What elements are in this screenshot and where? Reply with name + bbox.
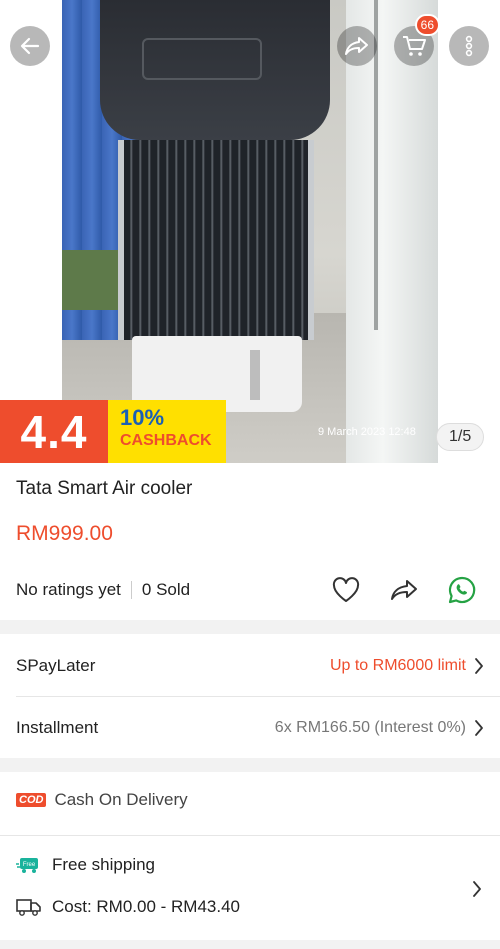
- chevron-right-icon: [474, 718, 486, 738]
- section-separator: [0, 620, 500, 634]
- product-title: Tata Smart Air cooler: [16, 478, 193, 499]
- spaylater-label: SPayLater: [16, 656, 96, 675]
- free-shipping-icon: Free: [16, 858, 38, 873]
- rating-text: No ratings yet: [16, 580, 121, 599]
- row-divider: [0, 835, 500, 836]
- installment-label: Installment: [16, 718, 99, 737]
- promo-banner: 4.4 10% CASHBACK: [0, 400, 226, 463]
- cooler-control-panel: [142, 38, 262, 80]
- more-options-button[interactable]: [449, 26, 489, 66]
- product-image-carousel[interactable]: 66 4.4 10% CASHBACK 9 March 2023 12:48 1…: [0, 0, 500, 463]
- cashback-label: CASHBACK: [120, 432, 212, 449]
- share-button[interactable]: [337, 26, 377, 66]
- promo-44-label: 4.4: [0, 400, 108, 463]
- cart-icon: [403, 36, 426, 56]
- divider: [130, 581, 132, 599]
- share-outline-icon: [391, 580, 417, 600]
- spaylater-row[interactable]: SPayLater Up to RM6000 limit: [16, 636, 486, 696]
- section-separator: [0, 758, 500, 772]
- whatsapp-share-button[interactable]: [446, 574, 478, 606]
- free-shipping-label: Free shipping: [52, 855, 156, 874]
- section-separator: [0, 940, 500, 949]
- spaylater-value: Up to RM6000 limit: [329, 657, 466, 674]
- sold-count: 0 Sold: [141, 580, 191, 599]
- free-shipping-row[interactable]: Free Free shipping: [16, 855, 155, 875]
- image-counter: 1/5: [436, 423, 485, 451]
- chevron-right-icon[interactable]: [472, 880, 482, 903]
- installment-row[interactable]: Installment 6x RM166.50 (Interest 0%): [16, 698, 486, 758]
- shipping-cost-row[interactable]: Cost: RM0.00 - RM43.40: [16, 897, 240, 917]
- row-divider: [16, 696, 500, 697]
- more-vertical-icon: [465, 35, 473, 57]
- cod-badge: COD: [16, 793, 47, 807]
- cod-row: COD Cash On Delivery: [16, 790, 188, 810]
- shipping-cost-label: Cost: RM0.00 - RM43.40: [52, 897, 241, 916]
- cart-button[interactable]: 66: [394, 14, 440, 66]
- product-price: RM999.00: [16, 522, 113, 545]
- like-button[interactable]: [330, 574, 362, 606]
- share-icon: [345, 37, 368, 55]
- photo-wall: [346, 0, 438, 463]
- heart-icon: [332, 577, 360, 602]
- installment-value: 6x RM166.50 (Interest 0%): [274, 719, 466, 736]
- cooler-grille: [118, 140, 314, 340]
- cart-count-badge: 66: [414, 14, 440, 36]
- truck-icon: [16, 899, 41, 916]
- svg-text:Free: Free: [23, 862, 36, 868]
- back-arrow-icon: [20, 37, 40, 55]
- cod-label: Cash On Delivery: [54, 790, 188, 809]
- chevron-right-icon: [474, 656, 486, 676]
- cashback-percent: 10%: [120, 405, 165, 430]
- share-product-button[interactable]: [388, 574, 420, 606]
- product-actions: [330, 574, 478, 606]
- whatsapp-icon: [448, 576, 476, 604]
- cashback-badge: 10% CASHBACK: [108, 400, 226, 463]
- photo-window-plant: [62, 250, 122, 310]
- photo-timestamp: 9 March 2023 12:48: [318, 426, 416, 438]
- cooler-water-gauge: [250, 350, 260, 400]
- back-button[interactable]: [10, 26, 50, 66]
